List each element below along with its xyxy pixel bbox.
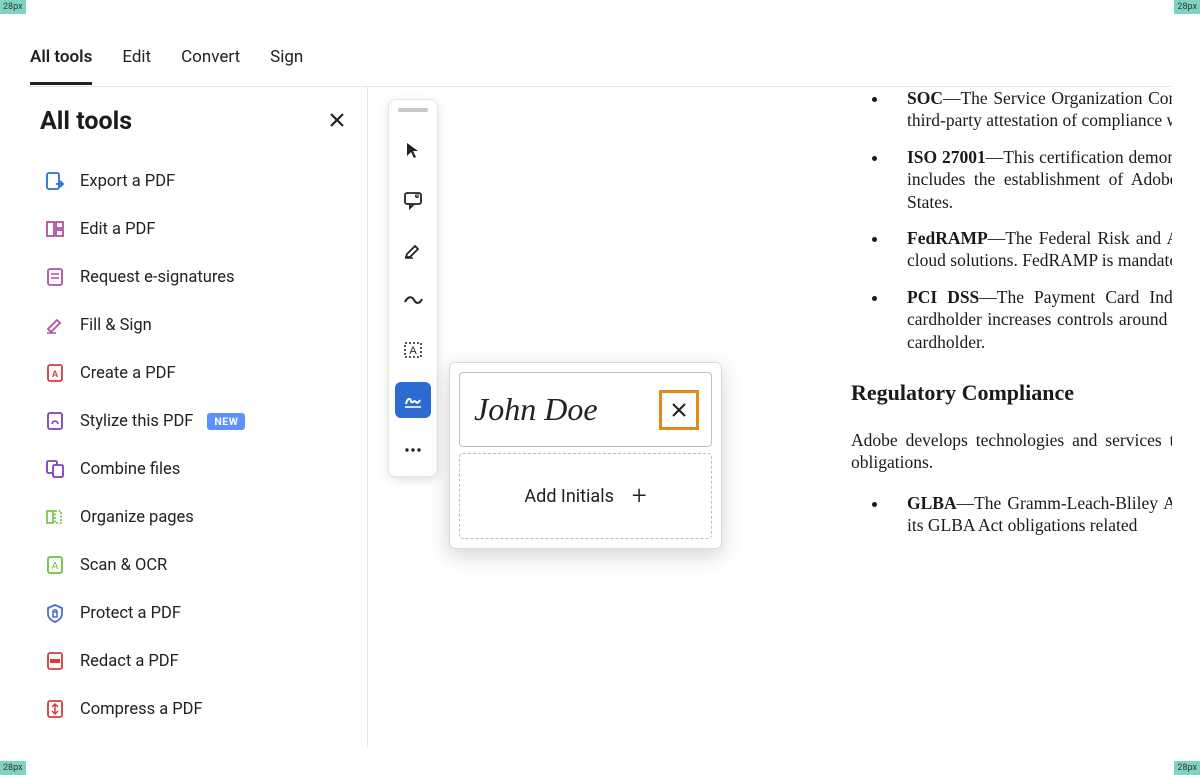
toolbar-grip[interactable] — [398, 108, 428, 112]
tool-list: Export a PDF Edit a PDF Request e-signatur… — [40, 157, 353, 733]
signature-name: John Doe — [474, 391, 598, 428]
bullet-list: SOC—The Service Organization Controls re… — [889, 87, 1172, 353]
svg-text:A: A — [409, 345, 417, 357]
tool-item-fillsign[interactable]: Fill & Sign — [40, 301, 353, 349]
qb-comment[interactable] — [395, 182, 431, 218]
stylize-icon — [44, 410, 66, 432]
edit-icon — [44, 218, 66, 240]
draw-freehand-icon — [402, 290, 424, 310]
tool-item-compress[interactable]: Compress a PDF — [40, 685, 353, 733]
tool-item-stylize[interactable]: Stylize this PDF NEW — [40, 397, 353, 445]
bullet-item: GLBA—The Gramm-Leach-Bliley Act requires… — [889, 492, 1172, 537]
tool-item-label: Compress a PDF — [80, 700, 203, 719]
tool-item-redact[interactable]: Redact a PDF — [40, 637, 353, 685]
section-heading: Regulatory Compliance — [851, 379, 1172, 407]
compress-icon — [44, 698, 66, 720]
page-viewport[interactable]: SOC—The Service Organization Controls re… — [716, 87, 1172, 747]
tab-convert[interactable]: Convert — [181, 29, 240, 85]
bullet-term: SOC — [907, 88, 943, 108]
qb-more[interactable] — [395, 432, 431, 468]
tool-item-label: Stylize this PDF — [80, 412, 193, 431]
bullet-term: FedRAMP — [907, 228, 988, 248]
add-initials-button[interactable]: Add Initials + — [459, 453, 712, 539]
bullet-item: ISO 27001—This certification demonstrate… — [889, 146, 1172, 213]
fillsign-icon — [44, 314, 66, 336]
tool-item-label: Organize pages — [80, 508, 194, 527]
bullet-term: GLBA — [907, 493, 957, 513]
cursor-icon — [404, 141, 422, 159]
organize-icon — [44, 506, 66, 528]
corner-tag-tl: 28px — [0, 0, 26, 14]
tool-item-label: Create a PDF — [80, 364, 176, 383]
bullet-item: PCI DSS—The Payment Card Industry Data S… — [889, 286, 1172, 353]
svg-text:A: A — [52, 561, 59, 572]
close-icon — [670, 401, 688, 419]
tool-item-edit[interactable]: Edit a PDF — [40, 205, 353, 253]
tool-item-combine[interactable]: Combine files — [40, 445, 353, 493]
tool-item-label: Protect a PDF — [80, 604, 181, 623]
bullet-text: —The Service Organization Controls repor… — [907, 88, 1172, 130]
signature-preview[interactable]: John Doe — [459, 372, 712, 447]
tool-item-label: Redact a PDF — [80, 652, 179, 671]
qb-text-box[interactable]: A — [395, 332, 431, 368]
document-area: A John Doe Add Initials — [368, 87, 1172, 747]
tool-item-protect[interactable]: Protect a PDF — [40, 589, 353, 637]
plus-icon: + — [632, 481, 647, 511]
tool-item-label: Fill & Sign — [80, 316, 152, 335]
section-paragraph: Adobe develops technologies and services… — [851, 429, 1172, 474]
app-frame: All tools Edit Convert Sign All tools Ex… — [28, 28, 1172, 747]
sign-icon — [402, 389, 424, 411]
add-initials-label: Add Initials — [524, 486, 613, 507]
sidebar-header: All tools — [40, 105, 353, 141]
sidebar: All tools Export a PDF Edit a PDF Request … — [28, 87, 368, 747]
qb-select-cursor[interactable] — [395, 132, 431, 168]
pdf-page: SOC—The Service Organization Controls re… — [716, 87, 1172, 553]
tool-item-label: Edit a PDF — [80, 220, 155, 239]
main-area: All tools Export a PDF Edit a PDF Request … — [28, 87, 1172, 747]
tool-item-organize[interactable]: Organize pages — [40, 493, 353, 541]
svg-text:A: A — [52, 369, 59, 379]
tool-item-label: Scan & OCR — [80, 556, 167, 575]
corner-tag-tr: 28px — [1174, 0, 1200, 14]
tool-item-request[interactable]: Request e-signatures — [40, 253, 353, 301]
tool-item-export[interactable]: Export a PDF — [40, 157, 353, 205]
tool-item-scan[interactable]: A Scan & OCR — [40, 541, 353, 589]
quick-toolbar: A — [388, 99, 438, 477]
topbar: All tools Edit Convert Sign — [28, 28, 1172, 87]
corner-tag-br: 28px — [1174, 761, 1200, 775]
tab-sign[interactable]: Sign — [270, 29, 303, 85]
redact-icon — [44, 650, 66, 672]
tab-edit[interactable]: Edit — [122, 29, 151, 85]
tool-item-label: Request e-signatures — [80, 268, 235, 287]
qb-sign[interactable] — [395, 382, 431, 418]
scan-icon: A — [44, 554, 66, 576]
request-icon — [44, 266, 66, 288]
sidebar-title: All tools — [40, 107, 132, 136]
new-badge: NEW — [207, 413, 245, 430]
bullet-item: FedRAMP—The Federal Risk and Authorizati… — [889, 227, 1172, 272]
combine-icon — [44, 458, 66, 480]
qb-highlight[interactable] — [395, 232, 431, 268]
create-icon: A — [44, 362, 66, 384]
text-box-icon: A — [403, 340, 423, 360]
signature-popover: John Doe Add Initials + — [449, 362, 722, 549]
bullet-term: ISO 27001 — [907, 147, 986, 167]
close-sidebar-button[interactable] — [321, 105, 353, 137]
bullet-term: PCI DSS — [907, 287, 979, 307]
comment-icon — [403, 190, 423, 210]
bullet-list-2: GLBA—The Gramm-Leach-Bliley Act requires… — [889, 492, 1172, 537]
qb-draw[interactable] — [395, 282, 431, 318]
tool-item-label: Export a PDF — [80, 172, 175, 191]
more-icon — [403, 440, 423, 460]
corner-tag-bl: 28px — [0, 761, 26, 775]
close-icon — [329, 112, 345, 128]
bullet-item: SOC—The Service Organization Controls re… — [889, 87, 1172, 132]
export-icon — [44, 170, 66, 192]
tab-all-tools[interactable]: All tools — [30, 29, 92, 85]
tool-item-create[interactable]: A Create a PDF — [40, 349, 353, 397]
protect-icon — [44, 602, 66, 624]
delete-signature-button[interactable] — [659, 390, 699, 430]
tool-item-label: Combine files — [80, 460, 180, 479]
highlight-icon — [403, 240, 423, 260]
